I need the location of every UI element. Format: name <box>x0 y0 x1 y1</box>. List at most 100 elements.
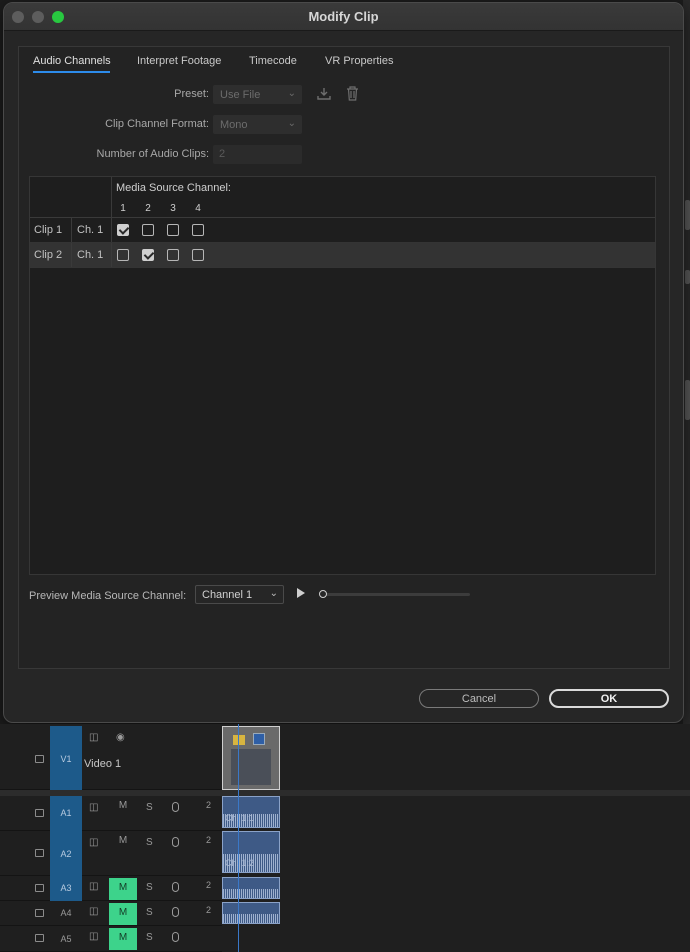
channel-header-2: 2 <box>145 203 151 214</box>
media-source-channel-heading: Media Source Channel: <box>116 182 231 194</box>
channel-header-1: 1 <box>120 203 126 214</box>
grid-row-clip-2[interactable]: Clip 2 Ch. 1 <box>30 243 655 268</box>
eye-icon[interactable]: ◉ <box>116 732 125 743</box>
clip1-channel2-checkbox[interactable] <box>142 224 154 236</box>
format-value: Mono <box>220 119 248 131</box>
track-a1: A1 ◫ M S 2 <box>0 796 222 831</box>
grid-row-clip-1[interactable]: Clip 1 Ch. 1 <box>30 218 655 243</box>
chevron-down-icon: ⌄ <box>287 88 296 99</box>
track-v1: V1 ◫ ◉ Video 1 <box>0 724 222 790</box>
lock-icon[interactable] <box>35 806 44 817</box>
video-clip-thumbnail[interactable] <box>222 726 280 790</box>
tab-interpret-footage[interactable]: Interpret Footage <box>137 55 221 67</box>
track-target-a5[interactable]: A5 <box>50 926 82 952</box>
solo-button-a5[interactable]: S <box>146 932 153 943</box>
clip1-channel4-checkbox[interactable] <box>192 224 204 236</box>
chevron-down-icon: ⌄ <box>287 118 296 129</box>
preview-scrubber[interactable] <box>319 590 470 598</box>
lock-icon[interactable] <box>35 846 44 857</box>
preview-channel-value: Channel 1 <box>202 589 253 601</box>
play-icon[interactable] <box>297 588 305 598</box>
lock-icon[interactable] <box>35 931 44 942</box>
mute-button-a1[interactable]: M <box>109 796 137 818</box>
clip2-channel1-checkbox[interactable] <box>117 249 129 261</box>
clip-label-a1: Ch. 1:1 <box>225 813 255 823</box>
mute-button-a4[interactable]: M <box>109 903 137 925</box>
preview-channel-label: Preview Media Source Channel: <box>29 590 187 602</box>
mute-button-a3[interactable]: M <box>109 878 137 900</box>
clip1-channel3-checkbox[interactable] <box>167 224 179 236</box>
microphone-icon[interactable] <box>172 802 179 812</box>
lock-icon[interactable] <box>35 906 44 917</box>
mute-button-a2[interactable]: M <box>109 831 137 853</box>
microphone-icon[interactable] <box>172 907 179 917</box>
num-clips-label: Number of Audio Clips: <box>96 148 210 160</box>
sync-lock-icon[interactable]: ◫ <box>89 837 98 848</box>
channel-header-4: 4 <box>195 203 201 214</box>
solo-button-a1[interactable]: S <box>146 802 153 813</box>
ok-button[interactable]: OK <box>549 689 669 708</box>
audio-clip-a2[interactable]: Ch. 1:2 <box>222 831 280 873</box>
scrubber-handle[interactable] <box>319 590 327 598</box>
track-channel-count: 2 <box>206 800 212 810</box>
channel-grid: Media Source Channel: 1 2 3 4 Clip 1 Ch.… <box>29 176 656 575</box>
title-bar: Modify Clip <box>4 3 683 31</box>
microphone-icon[interactable] <box>172 837 179 847</box>
clip-name-cell: Clip 1 <box>30 218 72 242</box>
clip-label-a2: Ch. 1:2 <box>225 858 255 868</box>
fx-badge-icon <box>233 735 245 745</box>
lock-icon[interactable] <box>35 881 44 892</box>
tab-vr-properties[interactable]: VR Properties <box>325 55 393 67</box>
sync-lock-icon[interactable]: ◫ <box>89 931 98 942</box>
track-target-a3[interactable]: A3 <box>50 876 82 901</box>
waveform <box>223 889 279 898</box>
clip-channel-format-dropdown[interactable]: Mono ⌄ <box>213 115 302 134</box>
clip2-channel4-checkbox[interactable] <box>192 249 204 261</box>
solo-button-a4[interactable]: S <box>146 907 153 918</box>
waveform <box>223 914 279 923</box>
track-a5: A5 ◫ M S <box>0 926 222 952</box>
clip2-channel2-checkbox[interactable] <box>142 249 154 261</box>
lock-icon[interactable] <box>35 752 44 763</box>
sync-lock-icon[interactable]: ◫ <box>89 802 98 813</box>
track-a3: A3 ◫ M S 2 <box>0 876 222 901</box>
microphone-icon[interactable] <box>172 932 179 942</box>
tab-timecode[interactable]: Timecode <box>249 55 297 67</box>
grid-header-spacer <box>30 177 112 218</box>
num-clips-row: Number of Audio Clips: <box>19 145 210 164</box>
sync-lock-icon[interactable]: ◫ <box>89 881 98 892</box>
track-target-a1[interactable]: A1 <box>50 796 82 831</box>
timeline-panel: V1 ◫ ◉ Video 1 A1 ◫ M S 2 Ch. 1:1 A2 ◫ M… <box>0 724 690 952</box>
playhead[interactable] <box>238 724 239 952</box>
cancel-button[interactable]: Cancel <box>419 689 539 708</box>
preview-channel-dropdown[interactable]: Channel 1 ⌄ <box>195 585 284 604</box>
solo-button-a2[interactable]: S <box>146 837 153 848</box>
track-channel-count: 2 <box>206 905 212 915</box>
track-target-a4[interactable]: A4 <box>50 901 82 926</box>
track-name-video-1: Video 1 <box>84 758 122 770</box>
microphone-icon[interactable] <box>172 882 179 892</box>
track-channel-count: 2 <box>206 835 212 845</box>
tab-audio-channels[interactable]: Audio Channels <box>33 55 111 67</box>
preset-dropdown[interactable]: Use File ⌄ <box>213 85 302 104</box>
background-app-edge <box>683 0 690 730</box>
audio-clip-a3[interactable] <box>222 877 280 899</box>
preset-row: Preset: <box>19 85 209 104</box>
clip2-channel3-checkbox[interactable] <box>167 249 179 261</box>
track-a4: A4 ◫ M S 2 <box>0 901 222 926</box>
solo-button-a3[interactable]: S <box>146 882 153 893</box>
number-of-audio-clips-field[interactable]: 2 <box>213 145 302 164</box>
audio-clip-a4[interactable] <box>222 902 280 924</box>
sync-lock-icon[interactable]: ◫ <box>89 732 98 743</box>
track-a2: A2 ◫ M S 2 <box>0 831 222 876</box>
clip-thumbnail-icon <box>253 733 265 745</box>
import-preset-icon[interactable] <box>317 87 331 104</box>
trash-icon[interactable] <box>346 86 359 104</box>
sync-lock-icon[interactable]: ◫ <box>89 906 98 917</box>
channel-header-3: 3 <box>170 203 176 214</box>
clip1-channel1-checkbox[interactable] <box>117 224 129 236</box>
track-target-v1[interactable]: V1 <box>50 726 82 790</box>
mute-button-a5[interactable]: M <box>109 928 137 950</box>
audio-clip-a1[interactable]: Ch. 1:1 <box>222 796 280 828</box>
track-target-a2[interactable]: A2 <box>50 831 82 876</box>
